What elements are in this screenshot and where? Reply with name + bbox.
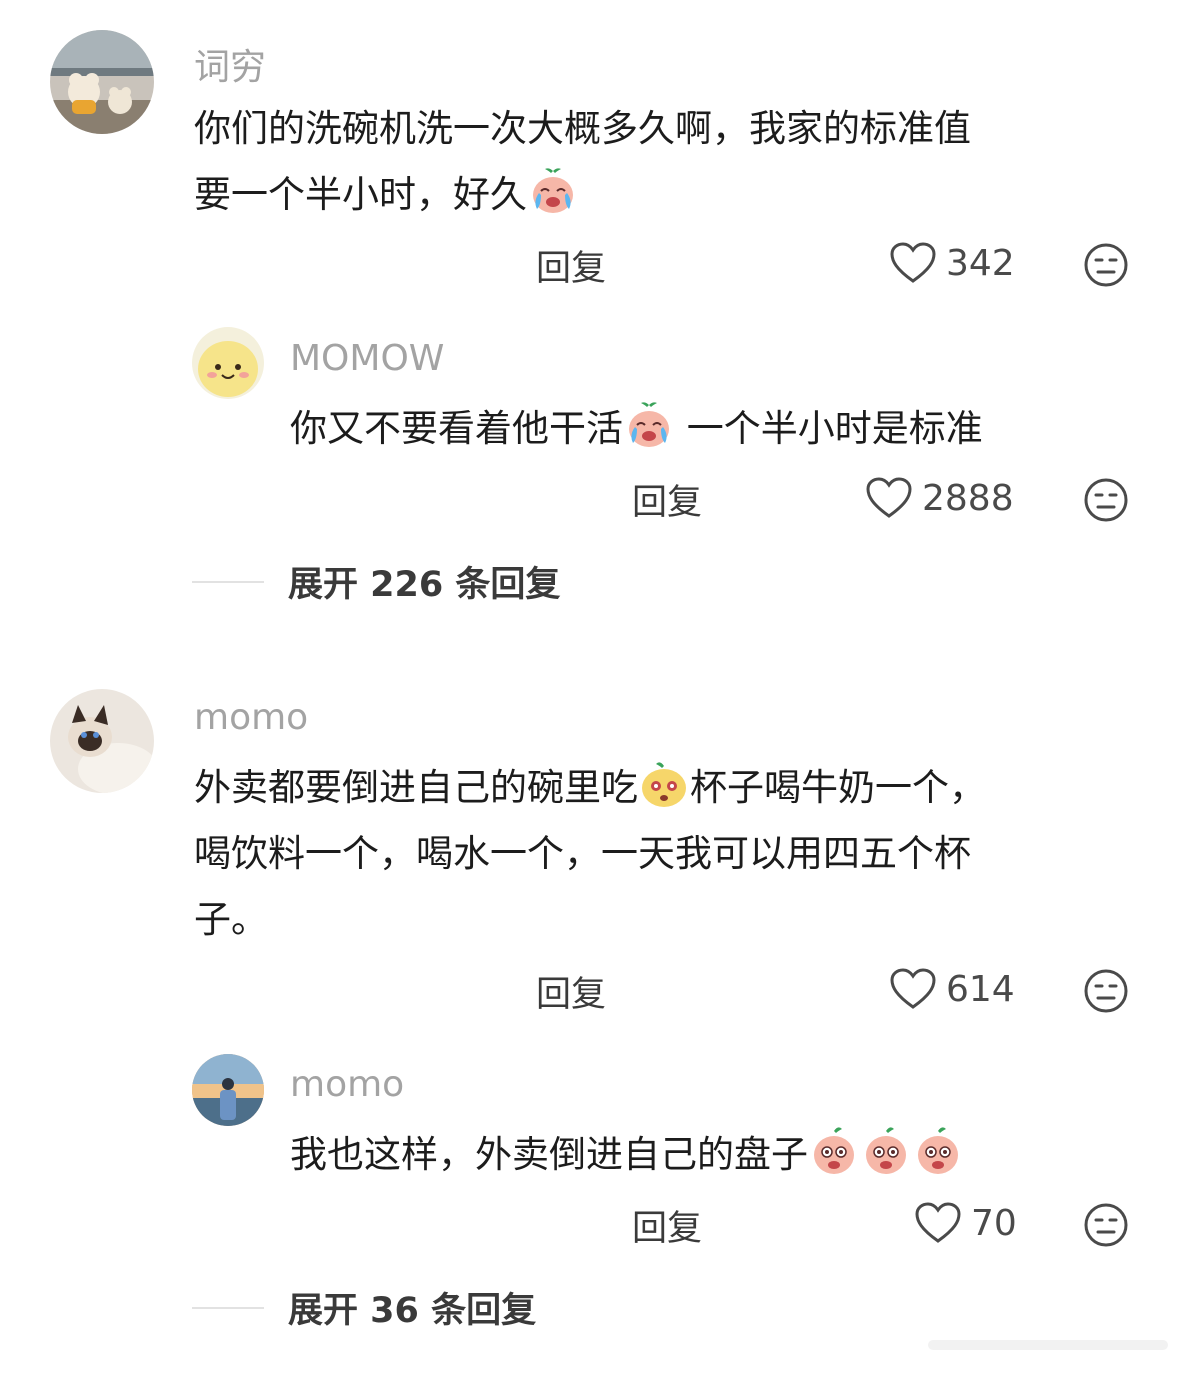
- comment-text-line: 要一个半小时，好久: [194, 162, 1114, 228]
- reply-button[interactable]: 回复: [632, 1200, 702, 1251]
- divider: [192, 1306, 264, 1309]
- expand-replies-label: 展开 226 条回复: [288, 565, 561, 605]
- comment-text-line: 子。: [194, 898, 268, 941]
- like-count: 70: [971, 1202, 1017, 1244]
- dislike-button[interactable]: [1083, 968, 1129, 1014]
- avatar-momo-cat[interactable]: [50, 689, 154, 793]
- reply-button[interactable]: 回复: [536, 240, 606, 291]
- surprised-face-icon: [860, 1125, 912, 1177]
- reply-button[interactable]: 回复: [632, 474, 702, 525]
- neutral-face-icon: [1084, 1203, 1128, 1247]
- like-count: 614: [946, 968, 1015, 1010]
- like-button[interactable]: 70: [915, 1202, 1017, 1244]
- heart-icon: [915, 1202, 961, 1244]
- neutral-face-icon: [1084, 969, 1128, 1013]
- comment-username[interactable]: momo: [194, 697, 308, 738]
- heart-icon: [890, 968, 936, 1010]
- expand-replies-button[interactable]: 展开 226 条回复: [192, 556, 560, 607]
- reply-text-segment: 我也这样，外卖倒进自己的盘子: [290, 1133, 808, 1176]
- heart-icon: [890, 242, 936, 284]
- comment-text-segment: 杯子喝牛奶一个，: [690, 766, 986, 809]
- crying-face-icon: [527, 165, 579, 217]
- like-count: 342: [946, 242, 1015, 284]
- heart-icon: [866, 477, 912, 519]
- comment-text-line: 你们的洗碗机洗一次大概多久啊，我家的标准值: [194, 107, 971, 150]
- comment-text-segment: 外卖都要倒进自己的碗里吃: [194, 766, 638, 809]
- reply-button[interactable]: 回复: [536, 966, 606, 1017]
- dislike-button[interactable]: [1083, 1202, 1129, 1248]
- expand-replies-button[interactable]: 展开 36 条回复: [192, 1282, 536, 1333]
- watermark: [928, 1330, 1168, 1360]
- divider: [192, 580, 264, 583]
- crying-face-icon: [623, 399, 675, 451]
- reply-username[interactable]: MOMOW: [290, 338, 444, 379]
- comment-text-line: 喝饮料一个，喝水一个，一天我可以用四五个杯: [194, 832, 971, 875]
- like-count: 2888: [922, 477, 1014, 519]
- surprised-face-icon: [912, 1125, 964, 1177]
- comment-text: 你们的洗碗机洗一次大概多久啊，我家的标准值 要一个半小时，好久: [194, 96, 1114, 228]
- like-button[interactable]: 614: [890, 968, 1015, 1010]
- avatar-ciqiong[interactable]: [50, 30, 154, 134]
- neutral-face-icon: [1084, 478, 1128, 522]
- comment-text-line: 外卖都要倒进自己的碗里吃 杯子喝牛奶一个，: [194, 755, 1114, 821]
- reply-username[interactable]: momo: [290, 1064, 404, 1105]
- reply-text-segment: 一个半小时是标准: [675, 407, 983, 450]
- reply-text: 我也这样，外卖倒进自己的盘子: [290, 1122, 1120, 1188]
- reply-text: 你又不要看着他干活 一个半小时是标准: [290, 396, 1120, 462]
- avatar-momo-sunset[interactable]: [192, 1054, 264, 1126]
- expand-replies-label: 展开 36 条回复: [288, 1291, 537, 1331]
- surprised-face-icon: [808, 1125, 860, 1177]
- blushing-face-icon: [638, 758, 690, 810]
- like-button[interactable]: 342: [890, 242, 1015, 284]
- neutral-face-icon: [1084, 243, 1128, 287]
- reply-text-segment: 你又不要看着他干活: [290, 407, 623, 450]
- dislike-button[interactable]: [1083, 242, 1129, 288]
- avatar-momow[interactable]: [192, 327, 264, 399]
- comment-text: 外卖都要倒进自己的碗里吃 杯子喝牛奶一个， 喝饮料一个，喝水一个，一天我可以用四…: [194, 755, 1114, 953]
- comment-username[interactable]: 词穷: [194, 38, 266, 90]
- like-button[interactable]: 2888: [866, 477, 1014, 519]
- dislike-button[interactable]: [1083, 477, 1129, 523]
- comment-text-segment: 要一个半小时，好久: [194, 173, 527, 216]
